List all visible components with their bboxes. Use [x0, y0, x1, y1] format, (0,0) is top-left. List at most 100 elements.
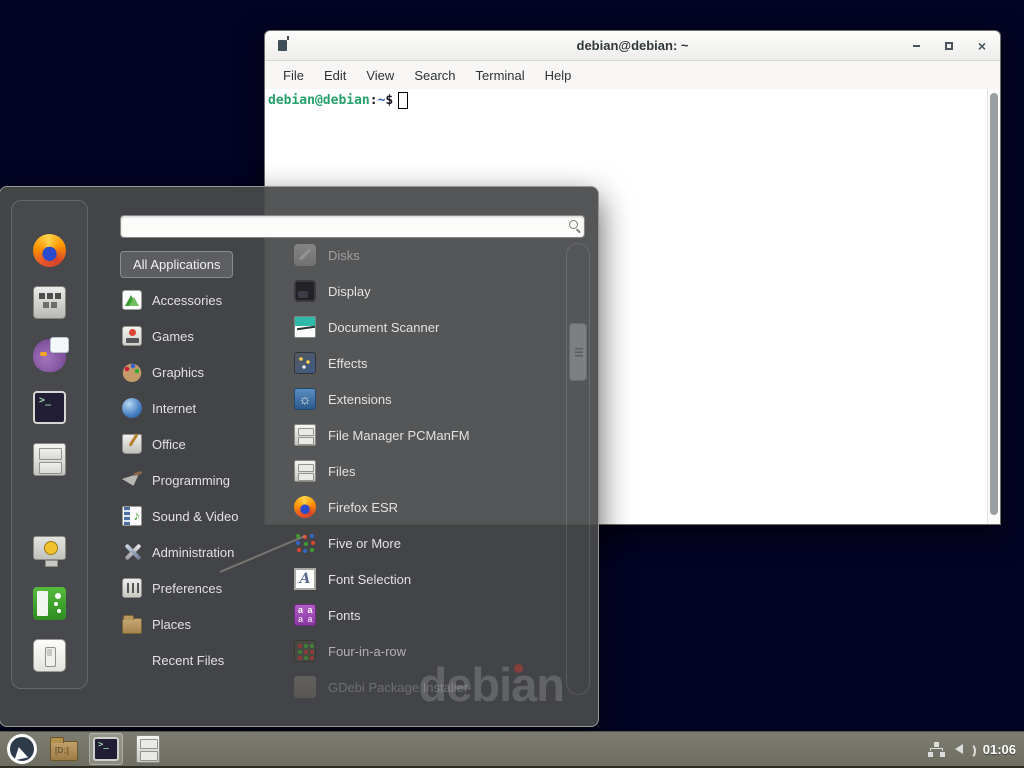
favorite-messenger[interactable]: [30, 335, 70, 375]
scanner-icon: [294, 316, 316, 338]
search-input[interactable]: [120, 215, 585, 238]
maximize-icon[interactable]: [941, 38, 957, 54]
category-office[interactable]: Office: [120, 426, 290, 462]
app-display[interactable]: Display: [294, 273, 562, 309]
file-cabinet-icon: [294, 460, 316, 482]
category-preferences[interactable]: Preferences: [120, 570, 290, 606]
shell-prompt: debian@debian:~$: [268, 92, 408, 109]
menu-edit[interactable]: Edit: [314, 64, 356, 87]
terminal-window-icon: [278, 40, 287, 51]
menu-help[interactable]: Help: [535, 64, 582, 87]
sound-video-icon: [122, 506, 142, 526]
menu-scrollbar-track[interactable]: [566, 243, 590, 695]
app-effects[interactable]: Effects: [294, 345, 562, 381]
shutdown-button[interactable]: [30, 635, 70, 675]
menu-search[interactable]: Search: [404, 64, 465, 87]
crossed-tools-icon: [122, 542, 142, 562]
dot-grid-icon: [294, 640, 316, 662]
app-firefox-esr[interactable]: Firefox ESR: [294, 489, 562, 525]
taskbar-files-button[interactable]: [131, 733, 165, 765]
favorite-software[interactable]: [30, 282, 70, 322]
menu-search: [120, 215, 585, 238]
volume-icon[interactable]: [955, 741, 973, 757]
app-font-selection[interactable]: Font Selection: [294, 561, 562, 597]
file-manager-icon: [33, 443, 66, 476]
terminal-title: debian@debian: ~: [265, 38, 1000, 53]
graphics-icon: [122, 362, 142, 382]
prompt-user-host: debian@debian: [268, 93, 370, 108]
menu-file[interactable]: File: [273, 64, 314, 87]
minimize-icon[interactable]: [908, 38, 924, 54]
colored-dots-icon: [294, 532, 316, 554]
lock-screen-button[interactable]: [30, 531, 70, 571]
terminal-scrollbar-thumb[interactable]: [990, 93, 998, 515]
fonts-icon: [294, 604, 316, 626]
favorite-terminal[interactable]: [30, 387, 70, 427]
close-icon[interactable]: ×: [974, 38, 990, 54]
category-programming[interactable]: Programming: [120, 462, 290, 498]
app-files[interactable]: Files: [294, 453, 562, 489]
system-tray: 01:06: [928, 741, 1016, 757]
terminal-menubar: File Edit View Search Terminal Help: [265, 61, 1000, 89]
menu-terminal[interactable]: Terminal: [466, 64, 535, 87]
effects-icon: [294, 352, 316, 374]
taskbar: 01:06: [0, 731, 1024, 768]
programming-icon: [122, 470, 142, 490]
terminal-titlebar[interactable]: debian@debian: ~ ×: [265, 31, 1000, 61]
log-out-button[interactable]: [30, 583, 70, 623]
debian-watermark: debian: [419, 657, 564, 712]
display-icon: [294, 280, 316, 302]
category-list: All Applications Accessories Games Graph…: [120, 251, 290, 678]
internet-globe-icon: [122, 398, 142, 418]
preferences-icon: [122, 578, 142, 598]
menu-button[interactable]: [5, 733, 39, 765]
application-menu: All Applications Accessories Games Graph…: [0, 186, 599, 727]
app-disks[interactable]: Disks: [294, 237, 562, 273]
software-icon: [33, 286, 66, 319]
favorite-firefox[interactable]: [30, 230, 70, 270]
app-extensions[interactable]: Extensions: [294, 381, 562, 417]
search-icon: [569, 220, 578, 229]
category-sound-video[interactable]: Sound & Video: [120, 498, 290, 534]
category-recent-files[interactable]: Recent Files: [120, 642, 290, 678]
taskbar-terminal-button[interactable]: [89, 733, 123, 765]
terminal-icon: [93, 737, 119, 761]
category-all-applications[interactable]: All Applications: [120, 251, 233, 278]
firefox-icon: [33, 234, 66, 267]
category-graphics[interactable]: Graphics: [120, 354, 290, 390]
lock-screen-icon: [33, 536, 66, 560]
log-out-icon: [33, 587, 66, 620]
app-document-scanner[interactable]: Document Scanner: [294, 309, 562, 345]
clock[interactable]: 01:06: [983, 742, 1016, 757]
desktop: debian@debian: ~ × File Edit View Search…: [0, 0, 1024, 768]
letter-a-icon: [294, 568, 316, 590]
app-file-manager-pcmanfm[interactable]: File Manager PCManFM: [294, 417, 562, 453]
file-cabinet-icon: [136, 735, 160, 763]
terminal-scrollbar[interactable]: [987, 89, 1000, 524]
app-five-or-more[interactable]: Five or More: [294, 525, 562, 561]
menu-logo-icon: [7, 734, 37, 764]
category-internet[interactable]: Internet: [120, 390, 290, 426]
folder-icon: [50, 741, 78, 761]
folder-icon: [122, 618, 142, 634]
category-accessories[interactable]: Accessories: [120, 282, 290, 318]
app-fonts[interactable]: Fonts: [294, 597, 562, 633]
prompt-path: ~: [378, 93, 386, 108]
application-list: Disks Display Document Scanner Effects E…: [294, 237, 562, 705]
package-icon: [294, 676, 316, 698]
category-places[interactable]: Places: [120, 606, 290, 642]
taskbar-file-manager-button[interactable]: [47, 733, 81, 765]
games-icon: [122, 326, 142, 346]
favorite-file-manager[interactable]: [30, 439, 70, 479]
menu-scrollbar-thumb[interactable]: [569, 323, 587, 381]
debian-watermark-dot: [514, 664, 523, 673]
accessories-icon: [122, 290, 142, 310]
firefox-icon: [294, 496, 316, 518]
network-icon[interactable]: [928, 742, 945, 757]
menu-view[interactable]: View: [356, 64, 404, 87]
category-games[interactable]: Games: [120, 318, 290, 354]
shutdown-icon: [33, 639, 66, 672]
favorites-panel: [11, 200, 88, 689]
file-cabinet-icon: [294, 424, 316, 446]
messenger-icon: [33, 339, 66, 372]
